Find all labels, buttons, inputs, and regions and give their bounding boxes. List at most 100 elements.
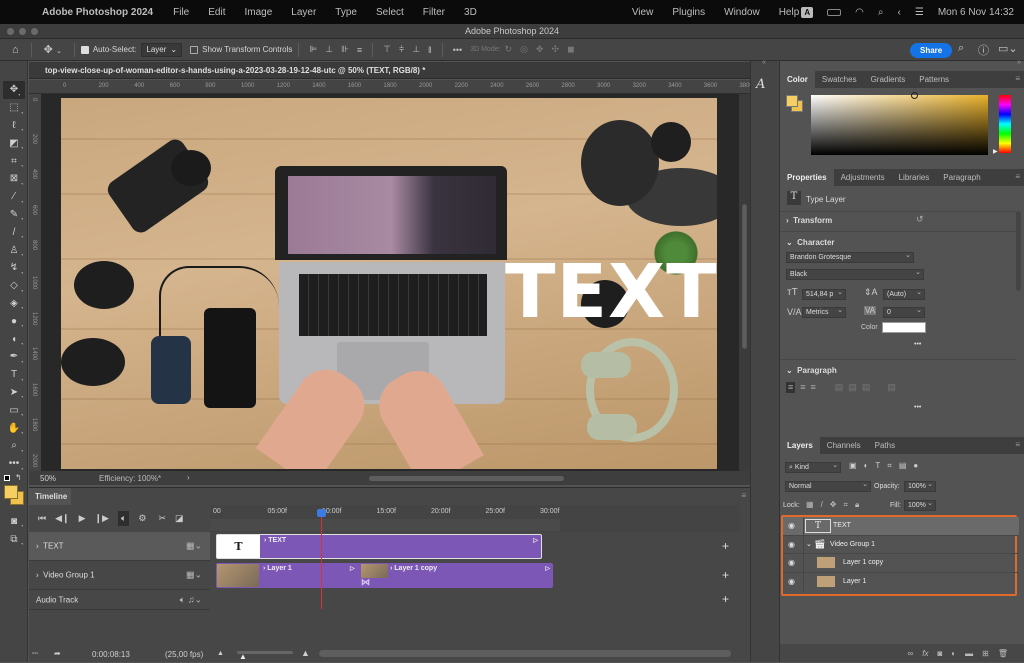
clip-end-icon[interactable]: ▷ — [350, 565, 355, 572]
font-style-dropdown[interactable]: Black — [786, 268, 924, 280]
control-center-icon[interactable]: ☰ — [915, 7, 924, 18]
clip-end-icon[interactable]: ▷ — [545, 565, 550, 572]
lock-image-pixels-icon[interactable]: / — [821, 500, 823, 510]
filter-adjustment-icon[interactable]: ◐ — [864, 461, 869, 471]
filter-smart-object-icon[interactable]: ▤ — [899, 461, 907, 471]
add-media-button[interactable]: + — [722, 539, 729, 553]
status-menu-chevron-icon[interactable]: › — [187, 473, 190, 482]
tab-color[interactable]: Color — [780, 71, 815, 88]
transform-section-toggle[interactable]: › Transform — [786, 216, 832, 225]
brush-tool-icon[interactable]: / — [0, 223, 28, 241]
add-media-button[interactable]: + — [722, 568, 729, 582]
tab-libraries[interactable]: Libraries — [892, 169, 937, 186]
add-audio-button[interactable]: + — [722, 592, 729, 606]
timeline-clip-text[interactable]: T › TEXT ▷ — [216, 534, 542, 559]
split-at-playhead-icon[interactable]: ✂ — [158, 513, 166, 524]
transition-marker-icon[interactable]: ⋈ — [361, 577, 370, 588]
zoom-in-timeline-icon[interactable]: ▲ — [301, 648, 310, 658]
menu-filter[interactable]: Filter — [423, 7, 445, 18]
clone-stamp-tool-icon[interactable]: ♙ — [0, 241, 28, 259]
menu-help[interactable]: Help — [779, 7, 800, 18]
new-group-icon[interactable]: ▬ — [965, 649, 973, 658]
canvas-vertical-scrollbar[interactable] — [739, 94, 750, 471]
history-brush-tool-icon[interactable]: ↯ — [0, 259, 28, 277]
type-tool-icon[interactable]: T — [0, 366, 28, 384]
align-top-icon[interactable]: ⊤ — [383, 44, 391, 55]
align-center-text-icon[interactable]: ≡ — [800, 382, 805, 393]
frame-tool-icon[interactable]: ⊠ — [0, 170, 28, 188]
font-family-dropdown[interactable]: Brandon Grotesque — [786, 251, 914, 263]
panel-menu-icon[interactable]: ≡ — [1015, 172, 1020, 181]
layer-row-text[interactable]: ◉ T TEXT — [783, 517, 1019, 536]
visibility-eye-icon[interactable]: ◉ — [788, 577, 795, 586]
home-icon[interactable]: ⌂ — [12, 44, 19, 56]
menu-view[interactable]: View — [632, 7, 654, 18]
screen-mode-icon[interactable]: ⧉ — [0, 530, 28, 548]
visibility-eye-icon[interactable]: ◉ — [788, 558, 795, 567]
panel-menu-icon[interactable]: ≡ — [1015, 74, 1020, 83]
foreground-color-swatch[interactable] — [4, 484, 18, 499]
justify-all-icon[interactable]: ▤ — [887, 382, 896, 393]
toolbar-handle[interactable] — [0, 61, 27, 81]
mute-audio-icon[interactable]: 🔈︎ — [117, 511, 130, 526]
workspace-icon[interactable]: ▭⌄ — [998, 42, 1018, 55]
next-frame-icon[interactable]: ❙▶ — [95, 513, 109, 524]
wifi-icon[interactable]: ◠ — [855, 7, 864, 18]
zoom-slider-handle[interactable]: ▲ — [239, 652, 247, 661]
color-picker-field[interactable] — [811, 92, 988, 155]
distribute-horizontal-icon[interactable]: ‖ — [428, 45, 432, 55]
search-icon[interactable]: ⌕ — [878, 7, 884, 18]
object-selection-tool-icon[interactable]: ◩ — [0, 134, 28, 152]
battery-icon[interactable] — [827, 8, 842, 16]
eyedropper-tool-icon[interactable]: ⁄ — [0, 188, 28, 206]
align-middle-icon[interactable]: ⫩ — [399, 44, 404, 55]
track-film-icon[interactable]: ▦⌄ — [186, 570, 202, 581]
color-picker-cursor[interactable] — [911, 92, 918, 99]
filter-type-icon[interactable]: T — [875, 461, 880, 471]
hue-slider-handle[interactable]: ▶ — [993, 148, 998, 155]
track-header-text[interactable]: › TEXT ▦⌄ — [29, 532, 210, 561]
blur-tool-icon[interactable]: ● — [0, 312, 28, 330]
menu-edit[interactable]: Edit — [208, 7, 225, 18]
menu-layer[interactable]: Layer — [291, 7, 316, 18]
document-tab[interactable]: top-view-close-up-of-woman-editor-s-hand… — [29, 62, 750, 79]
more-paragraph-options-icon[interactable]: ••• — [914, 404, 921, 411]
timeline-tab[interactable]: Timeline — [29, 488, 71, 505]
playhead[interactable] — [316, 509, 326, 609]
timeline-horizontal-scrollbar[interactable] — [319, 650, 731, 657]
menu-app-name[interactable]: Adobe Photoshop 2024 — [42, 7, 153, 18]
move-tool-icon[interactable]: ✥ — [3, 81, 25, 99]
tab-gradients[interactable]: Gradients — [864, 71, 913, 88]
tracking-field[interactable]: 0 — [883, 306, 925, 318]
delete-layer-icon[interactable]: 🗑︎ — [998, 649, 1008, 658]
expand-group-chevron-icon[interactable]: ⌄ — [806, 540, 812, 548]
menu-window[interactable]: Window — [724, 7, 760, 18]
menu-type[interactable]: Type — [335, 7, 357, 18]
paragraph-section-toggle[interactable]: ⌄ Paragraph — [786, 366, 837, 375]
align-bottom-icon[interactable]: ⊥ — [412, 44, 420, 55]
zoom-level[interactable]: 50% — [40, 474, 56, 483]
layer-row-layer1-copy[interactable]: ◉ Layer 1 copy — [783, 554, 1019, 573]
tab-adjustments[interactable]: Adjustments — [834, 169, 892, 186]
zoom-out-timeline-icon[interactable]: ▲ — [217, 650, 224, 657]
help-icon[interactable]: ⓘ — [978, 42, 989, 58]
filter-toggle-icon[interactable]: ● — [913, 461, 918, 471]
quick-mask-icon[interactable]: ◙ — [0, 513, 28, 531]
default-colors-icon[interactable] — [4, 474, 10, 481]
clock[interactable]: Mon 6 Nov 14:32 — [938, 7, 1014, 18]
tab-properties[interactable]: Properties — [780, 169, 834, 186]
tab-patterns[interactable]: Patterns — [912, 71, 956, 88]
dodge-tool-icon[interactable]: ◖ — [0, 330, 28, 348]
align-right-icon[interactable]: ⊪ — [341, 44, 349, 55]
hue-slider[interactable] — [999, 95, 1011, 153]
eraser-tool-icon[interactable]: ◇ — [0, 277, 28, 295]
justify-last-left-icon[interactable]: ▤ — [835, 382, 844, 393]
lock-position-icon[interactable]: ✥ — [830, 500, 837, 510]
layer-row-video-group[interactable]: ◉ ⌄ 🎬︎ Video Group 1 — [783, 535, 1019, 554]
search-icon[interactable]: ⌕ — [958, 42, 964, 55]
track-header-audio[interactable]: Audio Track 🔈︎ ♫⌄ — [29, 590, 210, 610]
align-center-icon[interactable]: ⊥ — [325, 44, 333, 55]
justify-last-center-icon[interactable]: ▤ — [848, 382, 857, 393]
opacity-field[interactable]: 100% — [904, 480, 936, 492]
adjustment-layer-icon[interactable]: ◐ — [951, 649, 956, 658]
